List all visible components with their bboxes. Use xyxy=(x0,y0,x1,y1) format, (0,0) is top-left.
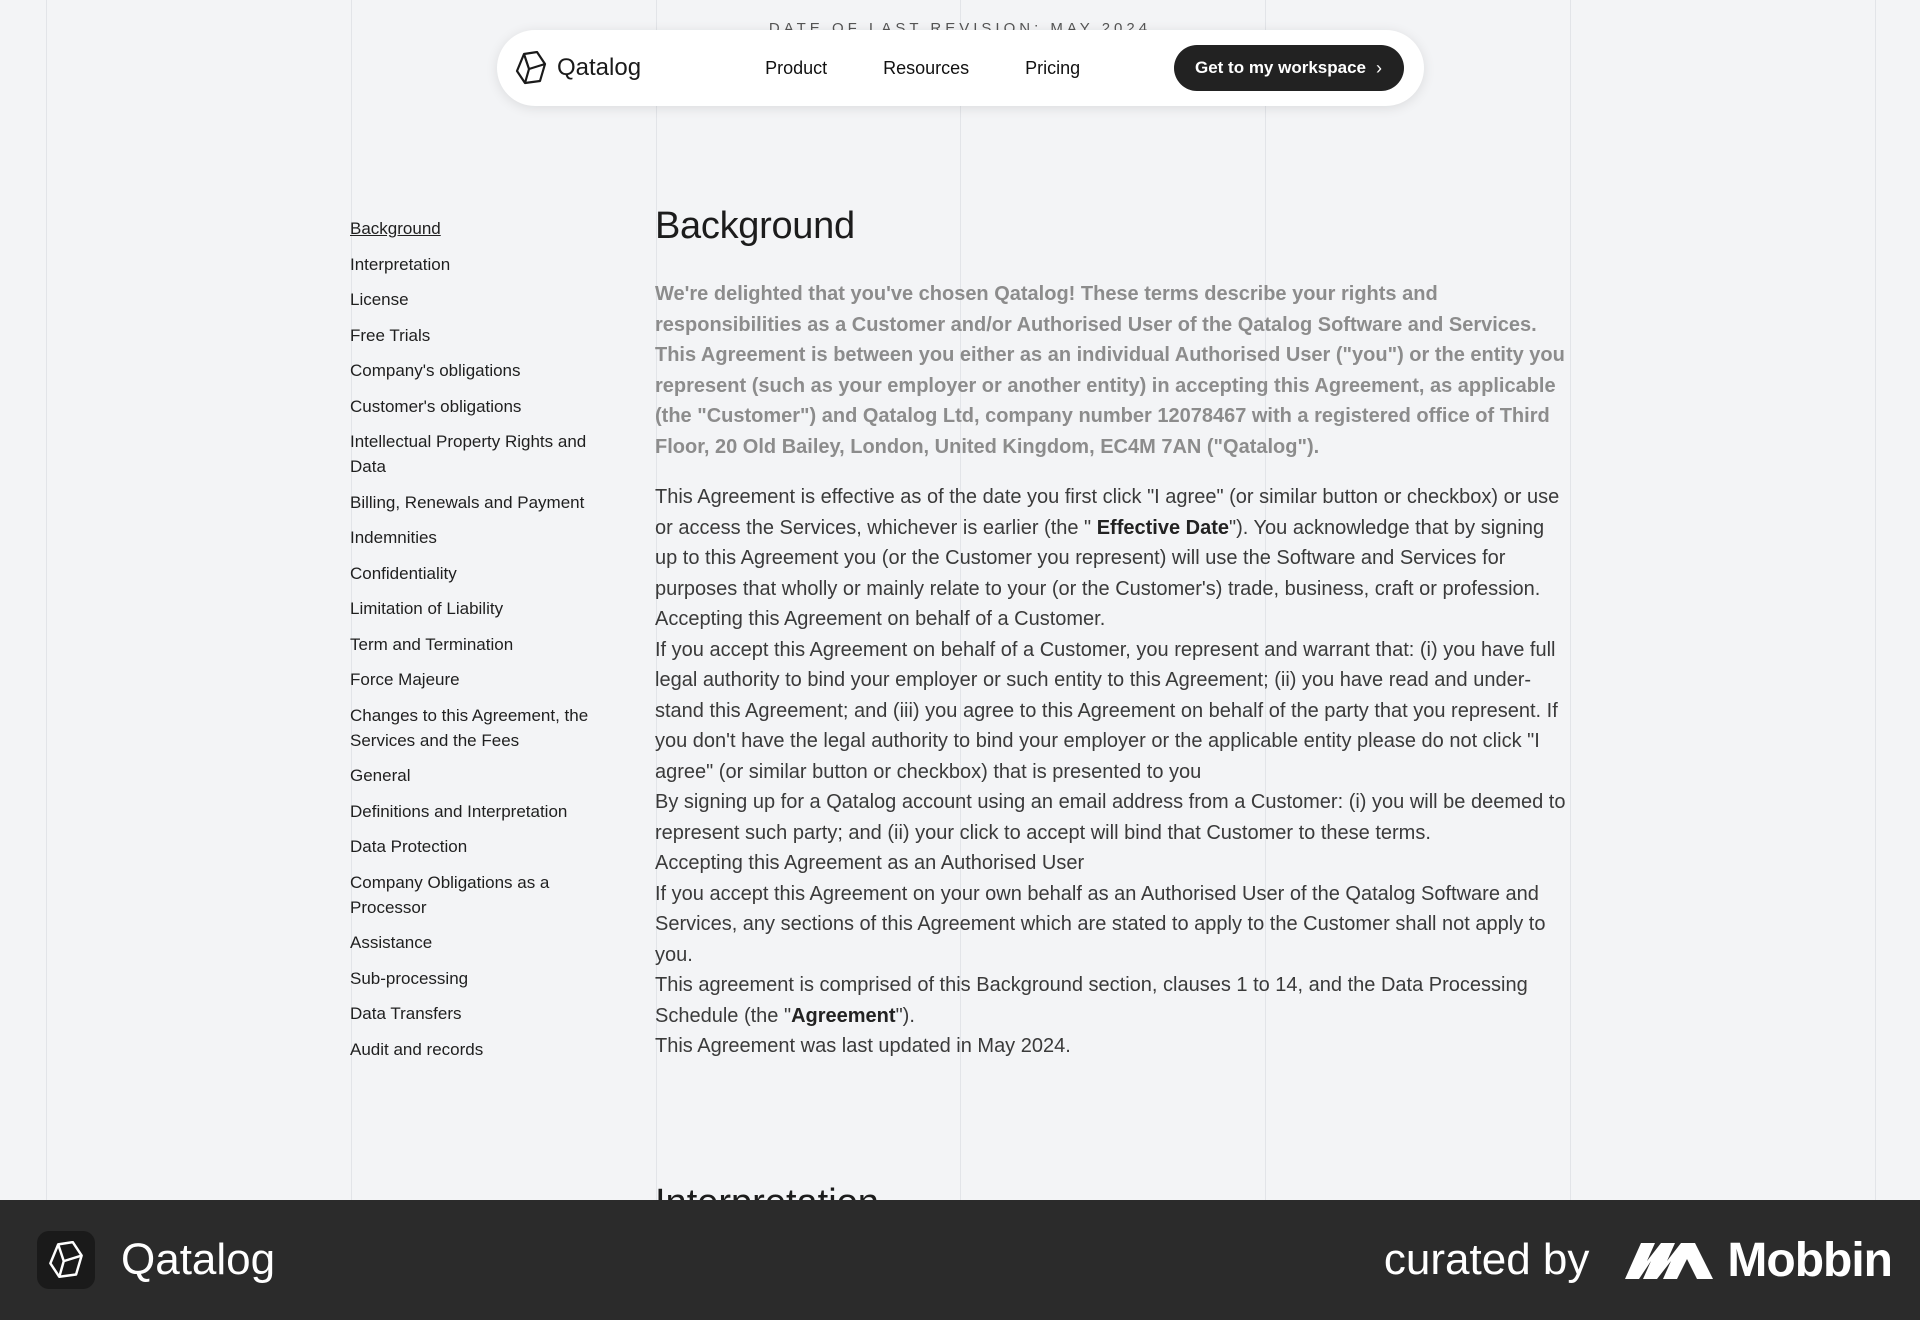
paragraph: This Agreement was last updated in May 2… xyxy=(655,1035,1071,1057)
paragraph: This agreement is comprised of this Back… xyxy=(655,974,1528,1027)
toc-item-background[interactable]: Background xyxy=(350,216,620,241)
toc-item-customer-obligations[interactable]: Customer's obligations xyxy=(350,394,620,419)
lead-paragraph: We're delighted that you've chosen Qatal… xyxy=(655,283,1565,458)
paragraph: Accepting this Agreement as an Authorise… xyxy=(655,852,1085,874)
toc-item-data-transfers[interactable]: Data Transfers xyxy=(350,1001,620,1026)
main-content: Background We're delighted that you've c… xyxy=(655,205,1570,1062)
toc-item-term-and-termination[interactable]: Term and Termination xyxy=(350,632,620,657)
section-heading: Background xyxy=(655,205,855,247)
toc-item-changes[interactable]: Changes to this Agreement, the Services … xyxy=(350,703,620,753)
nav-resources-link[interactable]: Resources xyxy=(883,58,969,79)
toc-item-sub-processing[interactable]: Sub-processing xyxy=(350,966,620,991)
toc-item-billing[interactable]: Billing, Renewals and Payment xyxy=(350,490,620,515)
paragraph: Accepting this Agreement on behalf of a … xyxy=(655,608,1106,630)
workspace-button-label: Get to my workspace xyxy=(1194,58,1366,77)
curated-by-label: curated by xyxy=(1383,1235,1590,1284)
mobbin-footer: Qatalog curated by Mobbin xyxy=(0,1200,1920,1320)
paragraph: This Agreement is effective as of the da… xyxy=(655,486,1560,600)
mobbin-wordmark: Mobbin xyxy=(1727,1233,1893,1287)
top-navbar: Qatalog Product Resources Pricing Get to… xyxy=(497,30,1424,106)
qatalog-logo-icon xyxy=(515,51,547,85)
mobbin-logo-icon xyxy=(1625,1243,1714,1279)
mobbin-logo: Mobbin xyxy=(1625,1233,1893,1288)
table-of-contents: Background Interpretation License Free T… xyxy=(350,216,620,1072)
paragraph: By signing up for a Qatalog account usin… xyxy=(655,791,1566,844)
chevron-right-icon: › xyxy=(1376,57,1382,78)
toc-item-processor-obligations[interactable]: Company Obligations as a Processor xyxy=(350,870,620,920)
paragraph: If you accept this Agreement on behalf o… xyxy=(655,638,1558,783)
toc-item-audit-and-records[interactable]: Audit and records xyxy=(350,1037,620,1062)
toc-item-free-trials[interactable]: Free Trials xyxy=(350,323,620,348)
toc-item-ip-rights[interactable]: Intellectual Property Rights and Data xyxy=(350,429,620,479)
qatalog-app-icon xyxy=(37,1231,95,1289)
toc-item-company-obligations[interactable]: Company's obligations xyxy=(350,358,620,383)
toc-item-confidentiality[interactable]: Confidentiality xyxy=(350,561,620,586)
brand-name: Qatalog xyxy=(557,54,642,81)
nav-links: Product Resources Pricing xyxy=(765,58,1080,79)
toc-item-interpretation[interactable]: Interpretation xyxy=(350,252,620,277)
paragraph: If you accept this Agreement on your own… xyxy=(655,882,1546,966)
toc-item-definitions[interactable]: Definitions and Interpretation xyxy=(350,799,620,824)
nav-pricing-link[interactable]: Pricing xyxy=(1025,58,1080,79)
brand[interactable]: Qatalog xyxy=(515,51,641,85)
toc-item-license[interactable]: License xyxy=(350,287,620,312)
section-body: This Agreement is effective as of the da… xyxy=(655,482,1570,1062)
toc-item-assistance[interactable]: Assistance xyxy=(350,930,620,955)
toc-item-data-protection[interactable]: Data Protection xyxy=(350,834,620,859)
toc-item-force-majeure[interactable]: Force Majeure xyxy=(350,667,620,692)
toc-item-general[interactable]: General xyxy=(350,763,620,788)
footer-app-name: Qatalog xyxy=(121,1235,276,1284)
workspace-button[interactable]: Get to my workspace › xyxy=(1173,45,1404,91)
nav-product-link[interactable]: Product xyxy=(765,58,827,79)
toc-item-limitation-of-liability[interactable]: Limitation of Liability xyxy=(350,596,620,621)
toc-item-indemnities[interactable]: Indemnities xyxy=(350,525,620,550)
